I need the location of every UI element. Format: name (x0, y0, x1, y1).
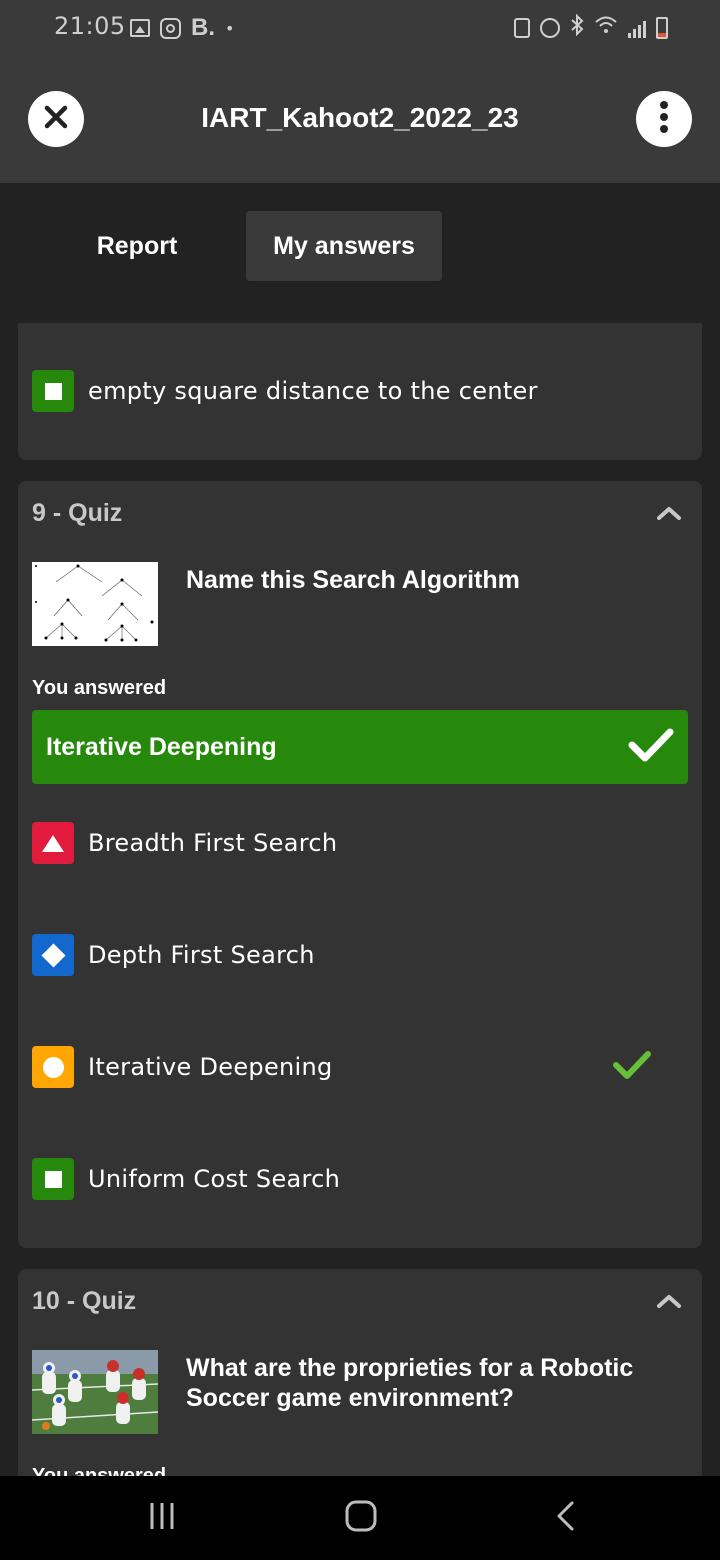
your-answer-text: Iterative Deepening (46, 732, 277, 761)
chevron-up-icon[interactable] (656, 505, 682, 525)
notification-dot: • (225, 18, 235, 38)
diamond-shape-icon (32, 934, 74, 976)
recent-apps-icon (147, 1501, 177, 1535)
triangle-shape-icon (32, 822, 74, 864)
question-text: What are the proprieties for a Robotic S… (186, 1354, 634, 1412)
answer-option: Uniform Cost Search (32, 1157, 682, 1201)
chevron-up-icon[interactable] (656, 1293, 682, 1313)
question-card-10: 10 - Quiz What are the proprieties for a… (18, 1269, 702, 1476)
status-time: 21:05 (54, 12, 126, 40)
more-options-button[interactable] (636, 91, 692, 147)
tab-report[interactable]: Report (72, 211, 202, 281)
alarm-icon (540, 17, 560, 38)
recent-apps-button[interactable] (142, 1498, 182, 1538)
system-nav-bar (0, 1476, 720, 1560)
wifi-icon (594, 15, 618, 40)
circle-shape-icon (32, 1046, 74, 1088)
question-card-9: 9 - Quiz Name this Search Algorithm You … (18, 481, 702, 1248)
answers-list[interactable]: empty square distance to the center 9 - … (0, 323, 720, 1476)
answer-option: Iterative Deepening (32, 1045, 682, 1089)
bluetooth-icon (570, 13, 584, 41)
status-bar: 21:05 B. • (0, 0, 720, 58)
page-title: IART_Kahoot2_2022_23 (201, 102, 519, 133)
back-button[interactable] (548, 1498, 582, 1538)
back-icon (554, 1500, 576, 1536)
more-vertical-icon (659, 100, 669, 138)
answer-text: Depth First Search (88, 941, 315, 969)
lock-icon (514, 17, 530, 38)
question-header: 10 - Quiz (32, 1287, 137, 1315)
instagram-icon (160, 17, 181, 39)
app-bar: IART_Kahoot2_2022_23 (0, 58, 720, 183)
battery-low-icon (656, 16, 668, 39)
home-button[interactable] (341, 1498, 381, 1538)
question-text: Name this Search Algorithm (186, 566, 520, 594)
tab-bar: Report My answers (0, 183, 720, 323)
answer-text: Uniform Cost Search (88, 1165, 341, 1193)
answer-text: Iterative Deepening (88, 1053, 333, 1081)
square-shape-icon (32, 1158, 74, 1200)
you-answered-label: You answered (32, 677, 167, 699)
answer-option: empty square distance to the center (32, 369, 682, 413)
status-right-icons (514, 13, 668, 41)
question-header: 9 - Quiz (32, 499, 123, 527)
tab-my-answers[interactable]: My answers (246, 211, 442, 281)
answer-option: Breadth First Search (32, 821, 682, 865)
status-left-icons: B. • (130, 14, 234, 42)
answer-text: Breadth First Search (88, 829, 338, 857)
question-card-previous: empty square distance to the center (18, 323, 702, 460)
answer-option: Depth First Search (32, 933, 682, 977)
your-answer-bar: Iterative Deepening (32, 710, 688, 784)
correct-check-icon (612, 1049, 652, 1085)
question-image (32, 562, 158, 646)
home-icon (344, 1499, 378, 1537)
signal-icon (628, 18, 646, 38)
gallery-icon (130, 19, 150, 37)
question-image (32, 1350, 158, 1434)
square-shape-icon (32, 370, 74, 412)
b-app-icon: B. (191, 14, 215, 41)
check-icon (628, 727, 674, 767)
you-answered-label: You answered (32, 1465, 167, 1476)
answer-text: empty square distance to the center (88, 377, 538, 405)
